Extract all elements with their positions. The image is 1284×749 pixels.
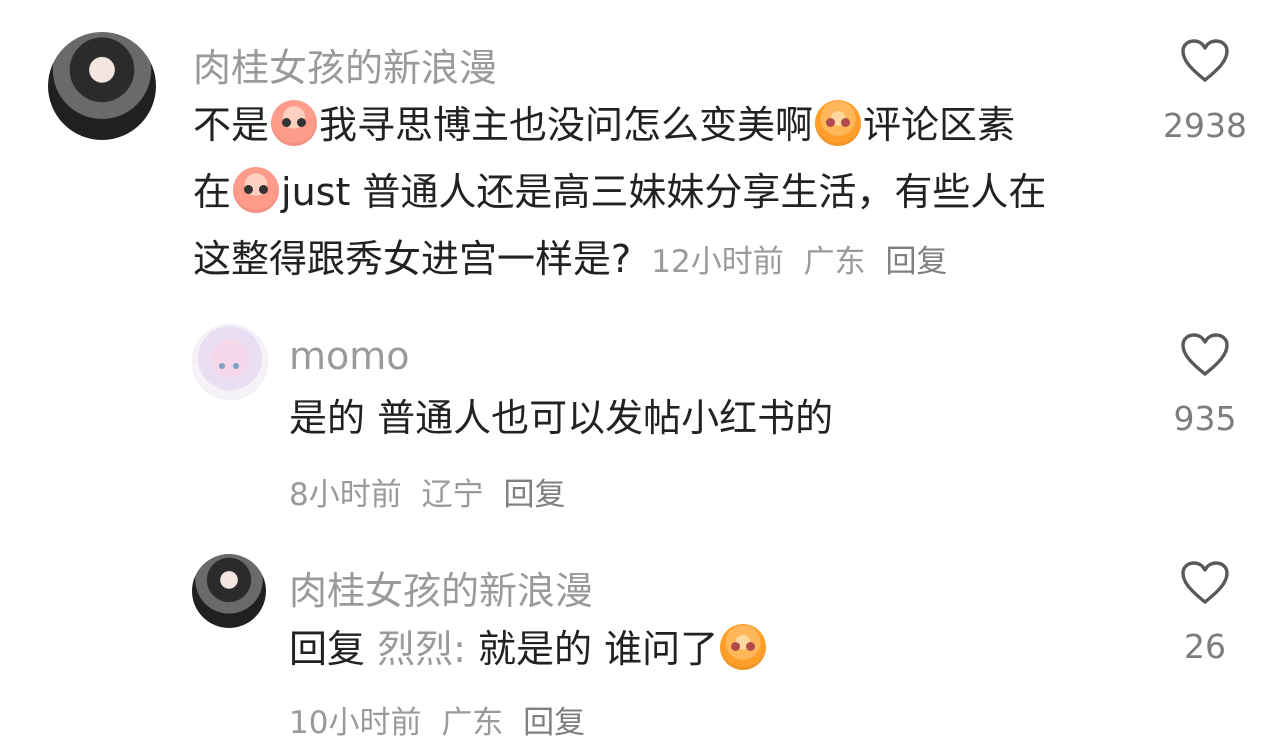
heart-outline-icon[interactable] bbox=[1180, 38, 1230, 84]
like-count: 2938 bbox=[1163, 106, 1247, 145]
comment-1: 肉桂女孩的新浪漫 不是 我寻思博主也没问怎么变美啊 评论区素 在 just 普通人还是… bbox=[0, 0, 1284, 300]
comment-meta: 8小时前 辽宁 回复 bbox=[289, 469, 565, 514]
comment-location: 广东 bbox=[803, 244, 866, 280]
reply-comment-2: 肉桂女孩的新浪漫 回复 烈烈: 就是的 谁问了 10小时前 广东 回复 26 bbox=[0, 520, 1284, 749]
reply-button[interactable]: 回复 bbox=[885, 244, 947, 280]
reply-prefix: 回复 bbox=[289, 627, 366, 671]
heart-outline-icon[interactable] bbox=[1180, 560, 1230, 606]
happy-face-emoji bbox=[815, 100, 862, 146]
comment-text: 在 bbox=[193, 170, 232, 214]
sweat-face-emoji bbox=[271, 100, 318, 146]
avatar[interactable] bbox=[48, 32, 156, 140]
reply-button[interactable]: 回复 bbox=[523, 705, 585, 741]
comment-username[interactable]: 肉桂女孩的新浪漫 bbox=[289, 560, 593, 615]
reply-button[interactable]: 回复 bbox=[503, 477, 565, 513]
comment-username[interactable]: momo bbox=[289, 334, 410, 378]
comment-time: 12小时前 bbox=[651, 244, 784, 280]
comment-text: just 普通人还是高三妹妹分享生活，有些人在 bbox=[281, 170, 1047, 214]
comment-time: 8小时前 bbox=[289, 477, 402, 513]
comment-location: 辽宁 bbox=[421, 477, 484, 513]
like-count: 935 bbox=[1173, 399, 1237, 438]
comment-meta: 12小时前 广东 回复 bbox=[651, 244, 947, 280]
comment-meta: 10小时前 广东 回复 bbox=[289, 697, 585, 742]
comment-location: 广东 bbox=[441, 705, 504, 741]
comment-text-line-1: 不是 我寻思博主也没问怎么变美啊 评论区素 bbox=[193, 92, 1015, 158]
avatar-eye bbox=[219, 363, 225, 369]
comment-username[interactable]: 肉桂女孩的新浪漫 bbox=[193, 37, 497, 92]
comment-text: 就是的 谁问了 bbox=[478, 627, 719, 671]
comment-text: 评论区素 bbox=[863, 103, 1016, 147]
heart-outline-icon[interactable] bbox=[1180, 332, 1230, 378]
avatar-eye bbox=[233, 363, 239, 369]
comment-text-line-3: 这整得跟秀女进宫一样是? 12小时前 广东 回复 bbox=[193, 226, 947, 295]
reply-comment-1: momo 是的 普通人也可以发帖小红书的 8小时前 辽宁 回复 935 bbox=[0, 300, 1284, 520]
comment-text: 不是 bbox=[193, 103, 270, 147]
comment-text-line-2: 在 just 普通人还是高三妹妹分享生活，有些人在 bbox=[193, 159, 1046, 225]
comment-text: 这整得跟秀女进宫一样是? bbox=[193, 237, 632, 281]
avatar[interactable] bbox=[192, 554, 266, 628]
happy-face-emoji bbox=[720, 624, 767, 670]
sweat-face-emoji bbox=[233, 167, 280, 213]
comment-text-line: 回复 烈烈: 就是的 谁问了 bbox=[289, 616, 768, 682]
comment-text: 我寻思博主也没问怎么变美啊 bbox=[319, 103, 814, 147]
avatar[interactable] bbox=[192, 324, 268, 400]
comment-time: 10小时前 bbox=[289, 705, 422, 741]
comment-text: 是的 普通人也可以发帖小红书的 bbox=[289, 396, 834, 440]
like-count: 26 bbox=[1184, 627, 1226, 666]
reply-mention[interactable]: 烈烈: bbox=[377, 627, 466, 671]
